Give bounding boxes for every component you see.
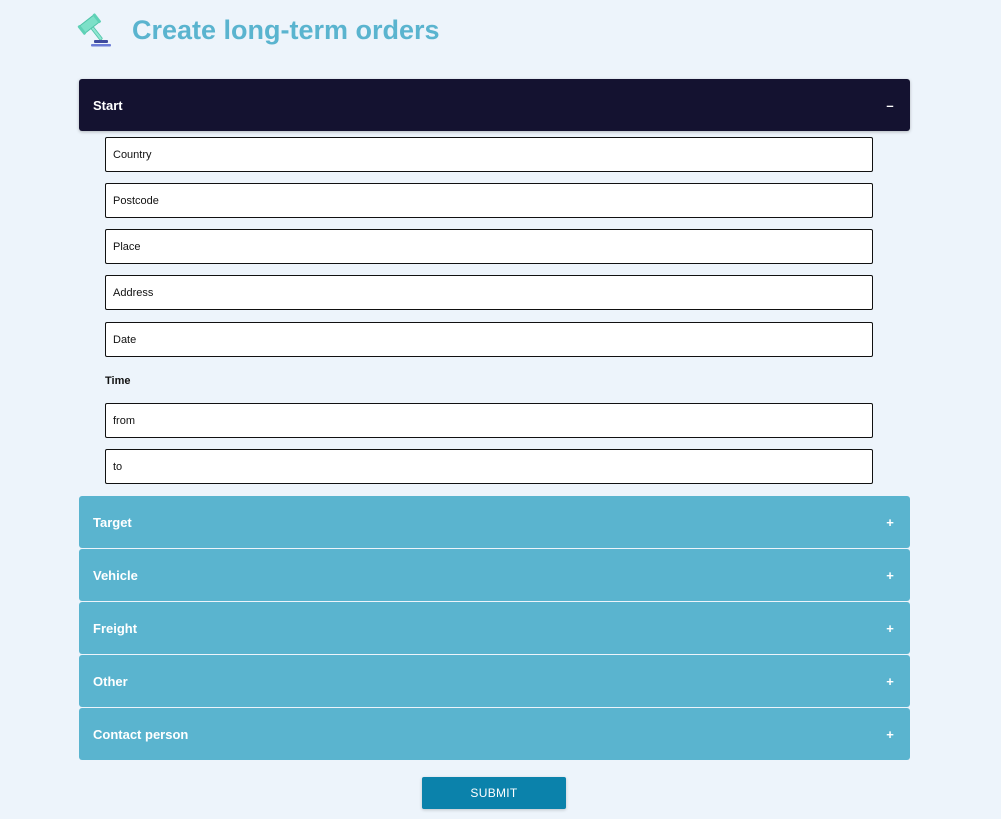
section-start: Start – Time: [79, 79, 910, 495]
section-start-body: Time: [79, 131, 910, 495]
expand-icon[interactable]: +: [884, 621, 896, 636]
address-input[interactable]: [105, 275, 873, 310]
section-start-label: Start: [93, 97, 123, 113]
place-input[interactable]: [105, 229, 873, 264]
section-freight-header[interactable]: Freight +: [79, 602, 910, 654]
order-accordion: Start – Time Target + Vehicle + Freight …: [79, 79, 910, 760]
expand-icon[interactable]: +: [884, 727, 896, 742]
section-target-header[interactable]: Target +: [79, 496, 910, 548]
expand-icon[interactable]: +: [884, 674, 896, 689]
page-title: Create long-term orders: [132, 14, 440, 45]
time-label: Time: [105, 375, 131, 387]
section-other-label: Other: [93, 673, 128, 689]
time-from-input[interactable]: [105, 403, 873, 438]
section-contact-person-header[interactable]: Contact person +: [79, 708, 910, 760]
section-other-header[interactable]: Other +: [79, 655, 910, 707]
submit-button[interactable]: SUBMIT: [422, 777, 566, 809]
section-target-label: Target: [93, 514, 132, 530]
section-contact-person-label: Contact person: [93, 726, 189, 742]
country-input[interactable]: [105, 137, 873, 172]
time-to-input[interactable]: [105, 449, 873, 484]
section-vehicle-header[interactable]: Vehicle +: [79, 549, 910, 601]
submit-area: SUBMIT: [0, 777, 1001, 809]
section-vehicle-label: Vehicle: [93, 567, 138, 583]
page-header: Create long-term orders: [74, 10, 440, 50]
date-input[interactable]: [105, 322, 873, 357]
gavel-icon: [77, 13, 111, 47]
postcode-input[interactable]: [105, 183, 873, 218]
expand-icon[interactable]: +: [884, 515, 896, 530]
section-start-header[interactable]: Start –: [79, 79, 910, 131]
collapse-icon[interactable]: –: [884, 98, 896, 113]
section-freight-label: Freight: [93, 620, 138, 636]
expand-icon[interactable]: +: [884, 568, 896, 583]
